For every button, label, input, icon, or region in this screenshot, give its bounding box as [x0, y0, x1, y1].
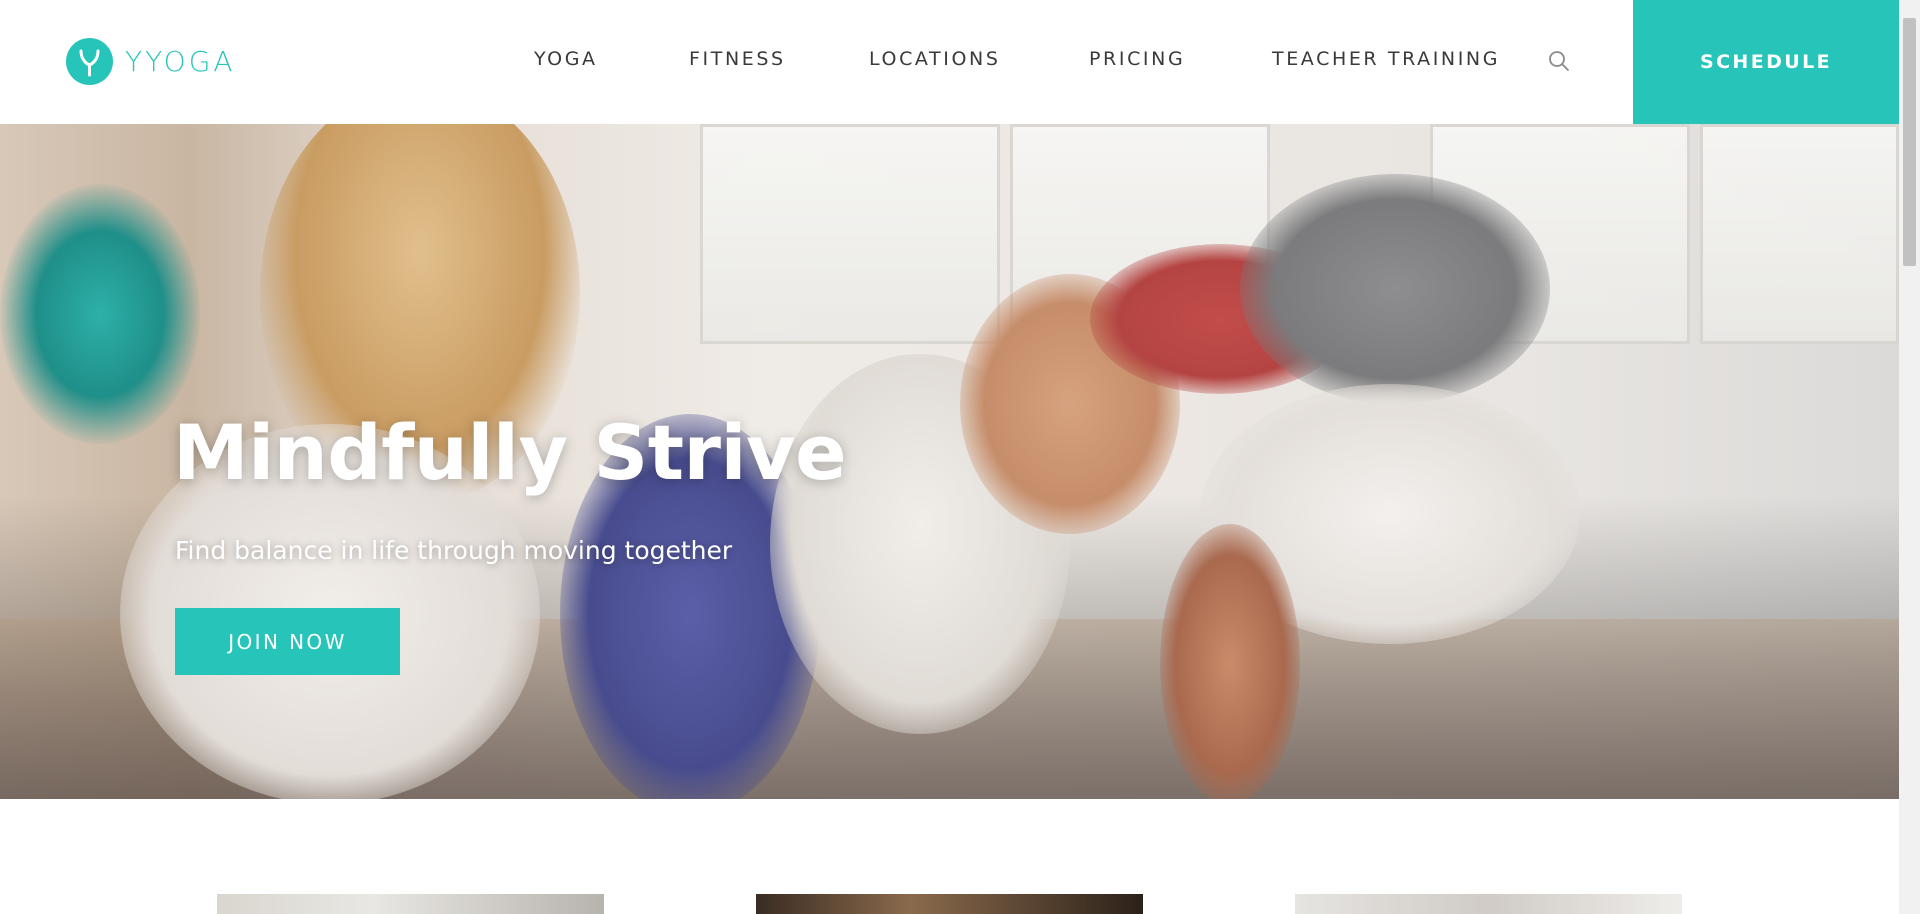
join-now-button[interactable]: JOIN NOW [175, 608, 400, 675]
logo-text: YYOGA [125, 44, 236, 78]
nav-item-fitness[interactable]: FITNESS [689, 50, 786, 69]
nav-item-teacher-training[interactable]: TEACHER TRAINING [1272, 50, 1500, 69]
site-header: YYOGA YOGA FITNESS LOCATIONS PRICING TEA… [0, 0, 1899, 124]
nav-item-yoga[interactable]: YOGA [534, 50, 598, 69]
hero-subtitle: Find balance in life through moving toge… [175, 536, 733, 565]
nav-item-locations[interactable]: LOCATIONS [869, 50, 1001, 69]
schedule-button[interactable]: SCHEDULE [1633, 0, 1899, 124]
card-image-2[interactable] [756, 894, 1143, 914]
logo-link[interactable]: YYOGA [66, 38, 236, 85]
card-image-3[interactable] [1295, 894, 1682, 914]
scrollbar-thumb[interactable] [1903, 18, 1916, 266]
page-scrollbar[interactable] [1899, 0, 1920, 914]
search-icon[interactable] [1547, 49, 1571, 73]
nav-item-pricing[interactable]: PRICING [1089, 50, 1185, 69]
logo-icon [66, 38, 113, 85]
hero-banner: Mindfully Strive Find balance in life th… [0, 124, 1899, 799]
hero-title: Mindfully Strive [173, 408, 847, 497]
card-image-1[interactable] [217, 894, 604, 914]
